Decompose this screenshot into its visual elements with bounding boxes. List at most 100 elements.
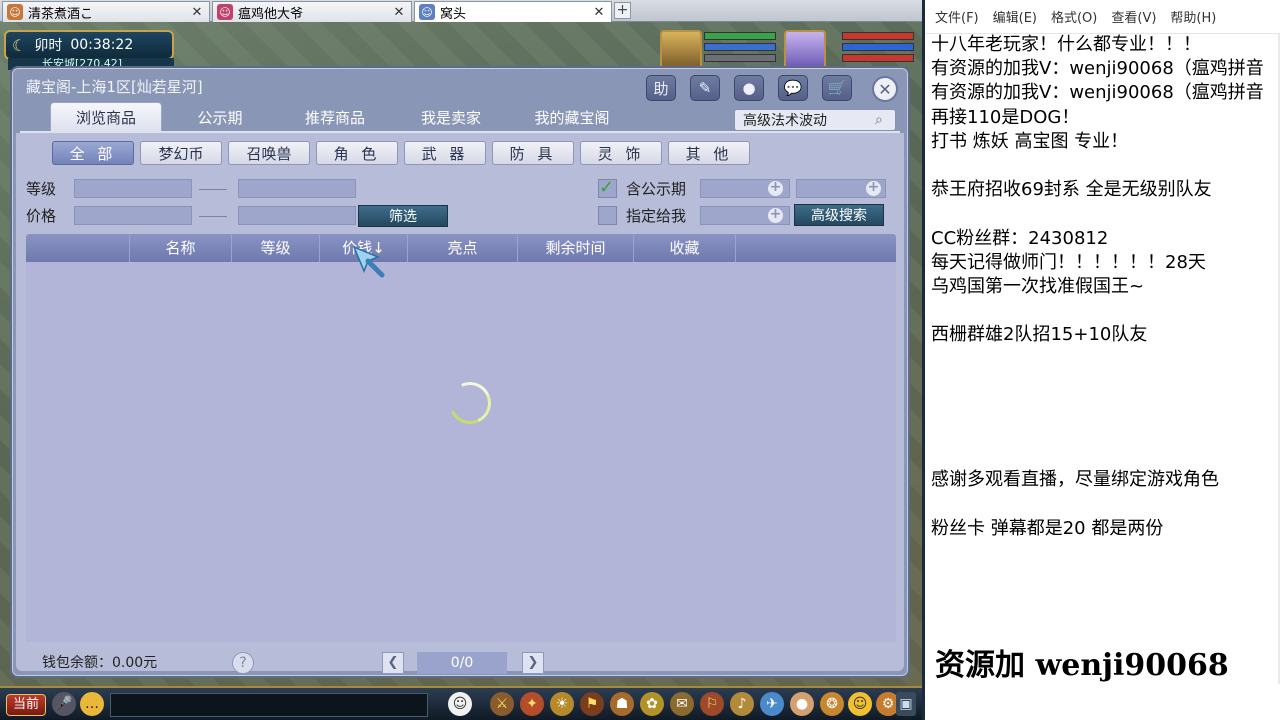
category-all[interactable]: 全 部 xyxy=(52,141,134,165)
column-remaining-time[interactable]: 剩余时间 xyxy=(518,234,634,262)
category-other[interactable]: 其 他 xyxy=(668,141,750,165)
next-page-button[interactable]: ❯ xyxy=(522,652,544,674)
text-line xyxy=(931,202,1280,226)
search-icon[interactable]: ⌕ xyxy=(875,112,895,128)
friend-icon[interactable]: ✈ xyxy=(760,692,784,716)
level-label: 等级 xyxy=(26,180,57,198)
pet-face-icon[interactable]: ☺ xyxy=(448,692,472,716)
price-label: 价格 xyxy=(26,207,57,225)
price-max-input[interactable] xyxy=(238,206,356,225)
system-icon[interactable]: ▣ xyxy=(896,692,916,716)
bell-icon[interactable]: ♪ xyxy=(730,692,754,716)
menu-format[interactable]: 格式(O) xyxy=(1051,7,1097,26)
character-status-bars xyxy=(842,32,914,68)
wallet-balance: 钱包余额：0.00元 xyxy=(42,655,158,671)
pet-icon[interactable]: ✿ xyxy=(640,692,664,716)
level-min-input[interactable] xyxy=(74,179,192,198)
task-icon[interactable]: ✉ xyxy=(670,692,694,716)
menu-file[interactable]: 文件(F) xyxy=(935,7,979,26)
chat-input[interactable] xyxy=(110,693,428,717)
text-line xyxy=(931,299,1280,323)
tab-wotou[interactable]: ☺ 窝头 ✕ xyxy=(414,1,612,22)
category-summon[interactable]: 召唤兽 xyxy=(228,141,310,165)
pet-portrait[interactable] xyxy=(660,30,702,70)
game-bottom-toolbar: 当前 🎤 … ☺ ⚔ ✦ ☀ ⚑ ☗ ✿ ✉ ⚐ ♪ ✈ ● ❂ ☺ ⚙ ▣ xyxy=(0,686,922,720)
goods-table-body[interactable] xyxy=(26,262,896,642)
category-weapon[interactable]: 武 器 xyxy=(404,141,486,165)
treasure-pavilion-dialog: 藏宝阁-上海1区[灿若星河] 助 ✎ ● 💬 🛒 ✕ 浏览商品 公示期 推荐商品… xyxy=(10,66,910,678)
prev-page-button[interactable]: ❮ xyxy=(382,652,404,674)
channel-current-button[interactable]: 当前 xyxy=(6,694,46,716)
menu-edit[interactable]: 编辑(E) xyxy=(993,7,1037,26)
checkmark-icon: ✓ xyxy=(599,177,615,198)
cart-button[interactable]: 🛒 xyxy=(822,75,852,101)
clock-time: 00:38:22 xyxy=(70,37,134,53)
category-accessory[interactable]: 灵 饰 xyxy=(580,141,662,165)
tab-seller[interactable]: 我是卖家 xyxy=(396,102,506,132)
tab-my-pavilion[interactable]: 我的藏宝阁 xyxy=(512,102,632,132)
attack-icon[interactable]: ⚔ xyxy=(490,692,514,716)
notepad-text[interactable]: 十八年老玩家！什么都专业！！！ 有资源的加我V：wenji90068（瘟鸡拼音 … xyxy=(931,33,1280,541)
include-public-label: 含公示期 xyxy=(626,180,687,198)
team-icon[interactable]: ☗ xyxy=(610,692,634,716)
tab-browse-goods[interactable]: 浏览商品 xyxy=(50,102,162,132)
tab-public-period[interactable]: 公示期 xyxy=(170,102,270,132)
advanced-search-button[interactable]: 高级搜索 xyxy=(794,204,884,226)
browser-tab-bar: ☺ 清茶煮酒こ ✕ ☺ 瘟鸡他大爷 ✕ ☺ 窝头 ✕ + xyxy=(0,0,922,22)
new-tab-button[interactable]: + xyxy=(614,2,631,19)
search-value: 高级法术波动 xyxy=(743,113,827,129)
game-clock: ☾ 卯时 00:38:22 xyxy=(4,30,174,60)
close-icon[interactable]: ✕ xyxy=(391,5,407,20)
smiley-icon[interactable]: ☺ xyxy=(848,692,872,716)
tab-recommended[interactable]: 推荐商品 xyxy=(280,102,390,132)
trade-icon[interactable]: ⚑ xyxy=(580,692,604,716)
text-line: 恭王府招收69封系 全是无级别队友 xyxy=(931,179,1212,201)
pill-icon[interactable]: ● xyxy=(790,692,814,716)
plus-icon[interactable]: + xyxy=(768,207,783,223)
help-button[interactable]: 助 xyxy=(646,75,676,101)
text-line: 粉丝卡 弹幕都是20 都是两份 xyxy=(931,517,1164,539)
loading-spinner-icon xyxy=(443,376,497,430)
tab-qingcha[interactable]: ☺ 清茶煮酒こ ✕ xyxy=(2,1,210,22)
character-portrait[interactable] xyxy=(784,30,826,70)
microphone-icon[interactable]: 🎤 xyxy=(52,692,76,716)
plus-icon[interactable]: + xyxy=(768,180,783,196)
gang-icon[interactable]: ⚐ xyxy=(700,692,724,716)
menu-help[interactable]: 帮助(H) xyxy=(1170,7,1216,26)
category-armor[interactable]: 防 具 xyxy=(492,141,574,165)
column-favorite[interactable]: 收藏 xyxy=(634,234,736,262)
menu-view[interactable]: 查看(V) xyxy=(1111,7,1156,26)
dialog-title: 藏宝阁-上海1区[灿若星河] xyxy=(26,78,203,96)
chat-bubble-icon[interactable]: … xyxy=(80,692,104,716)
give-icon[interactable]: ☀ xyxy=(550,692,574,716)
record-button[interactable]: ● xyxy=(734,75,764,101)
column-level[interactable]: 等级 xyxy=(232,234,320,262)
wallet-help-button[interactable]: ? xyxy=(232,652,254,674)
range-dash xyxy=(199,216,227,217)
column-highlight[interactable]: 亮点 xyxy=(408,234,518,262)
column-name[interactable]: 名称 xyxy=(130,234,232,262)
message-button[interactable]: 💬 xyxy=(778,75,808,101)
tab-wenji[interactable]: ☺ 瘟鸡他大爷 ✕ xyxy=(212,1,412,22)
item-icon[interactable]: ✦ xyxy=(520,692,544,716)
text-line: 再接110是DOG！ xyxy=(931,106,1080,128)
goods-table-header: 名称 等级 价钱↓ 亮点 剩余时间 收藏 xyxy=(26,234,896,262)
search-input[interactable]: 高级法术波动 ⌕ xyxy=(734,109,896,131)
close-icon[interactable]: ✕ xyxy=(189,5,205,20)
category-currency[interactable]: 梦幻币 xyxy=(140,141,222,165)
text-line: 感谢多观看直播，尽量绑定游戏角色 xyxy=(931,469,1219,491)
shell-icon[interactable]: ❂ xyxy=(820,692,844,716)
filter-button[interactable]: 筛选 xyxy=(358,205,448,227)
contact-banner: 资源加 wenji90068 xyxy=(935,648,1229,683)
category-character[interactable]: 角 色 xyxy=(316,141,398,165)
close-icon[interactable]: ✕ xyxy=(591,5,607,20)
price-min-input[interactable] xyxy=(74,206,192,225)
level-max-input[interactable] xyxy=(238,179,356,198)
edit-button[interactable]: ✎ xyxy=(690,75,720,101)
plus-icon[interactable]: + xyxy=(866,180,881,196)
text-line xyxy=(931,347,1280,371)
close-button[interactable]: ✕ xyxy=(872,76,898,102)
text-line xyxy=(931,444,1280,468)
assigned-to-me-checkbox[interactable] xyxy=(598,206,617,225)
include-public-checkbox[interactable]: ✓ xyxy=(598,179,617,198)
